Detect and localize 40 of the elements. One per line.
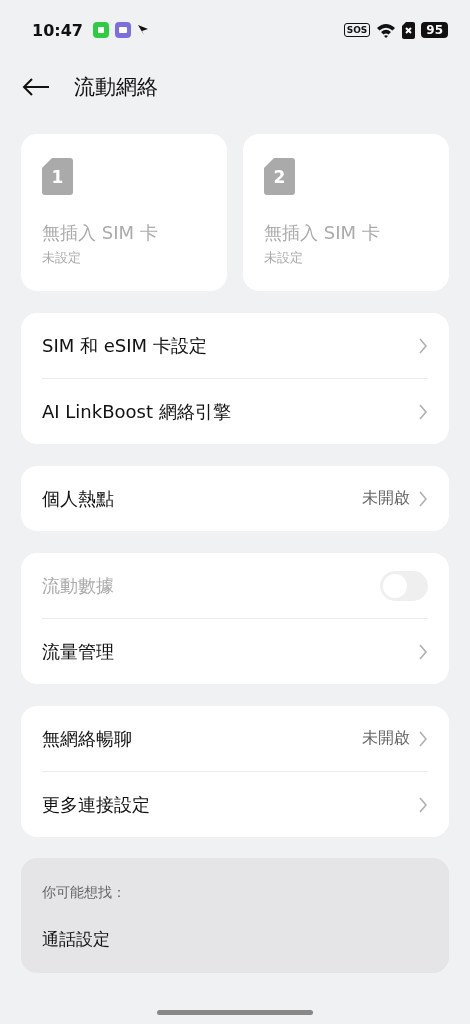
item-value: 未開啟 [362, 728, 410, 749]
app-icon [92, 22, 109, 38]
suggestion-link[interactable]: 通話設定 [42, 928, 428, 951]
item-value: 未開啟 [362, 488, 410, 509]
sos-indicator: SOS [343, 23, 371, 37]
notification-icon [136, 24, 149, 36]
slot-number: 2 [273, 166, 286, 187]
settings-item[interactable]: 更多連接設定 [42, 771, 428, 837]
battery-level: 95 [421, 22, 448, 38]
item-label: 個人熱點 [42, 486, 114, 511]
no-sim-icon [402, 21, 416, 39]
item-label: 流動數據 [42, 573, 114, 598]
settings-item[interactable]: AI LinkBoost 網絡引擎 [42, 378, 428, 444]
settings-item[interactable]: 流量管理 [42, 618, 428, 684]
sim-subtitle: 未設定 [264, 249, 304, 267]
item-label: 更多連接設定 [42, 792, 150, 817]
chevron-icon [418, 336, 428, 355]
chevron-icon [418, 729, 428, 748]
settings-item[interactable]: 無網絡暢聊 未開啟 [42, 706, 428, 771]
sim-subtitle: 未設定 [42, 249, 82, 267]
page-title: 流動網絡 [74, 74, 158, 101]
settings-item[interactable]: 個人熱點 未開啟 [42, 466, 428, 531]
clock-time: 10:47 [32, 20, 83, 40]
chevron-icon [418, 402, 428, 421]
wifi-icon [376, 22, 397, 38]
home-indicator[interactable] [157, 1010, 313, 1015]
chevron-icon [418, 795, 428, 814]
sim-status: 無插入 SIM 卡 [42, 221, 159, 245]
settings-item[interactable]: SIM 和 eSIM 卡設定 [42, 313, 428, 378]
sim-status: 無插入 SIM 卡 [264, 221, 381, 245]
app-icon [114, 22, 131, 38]
chevron-icon [418, 642, 428, 661]
item-label: 流量管理 [42, 639, 114, 664]
item-label: AI LinkBoost 網絡引擎 [42, 399, 231, 424]
chevron-icon [418, 489, 428, 508]
back-icon[interactable] [22, 77, 50, 97]
item-label: SIM 和 eSIM 卡設定 [42, 333, 207, 358]
item-label: 無網絡暢聊 [42, 726, 132, 751]
suggestion-heading: 你可能想找： [42, 884, 127, 902]
slot-number: 1 [51, 166, 64, 187]
